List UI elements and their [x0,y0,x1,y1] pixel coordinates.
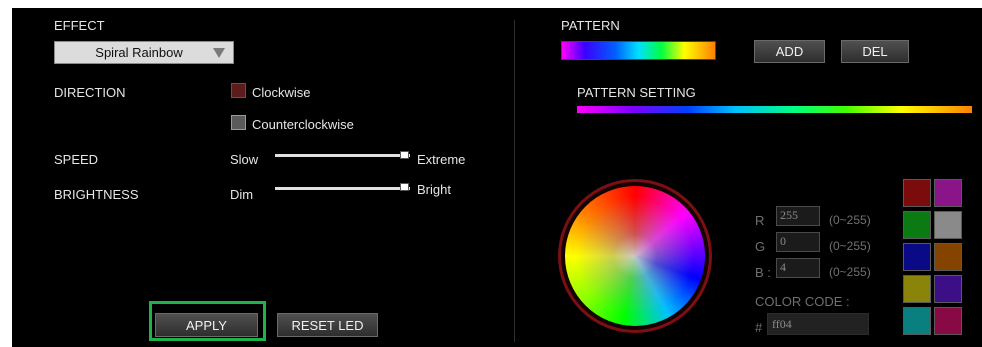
r-input[interactable]: 255 [776,206,820,226]
swatch-green[interactable] [903,211,931,239]
g-label: G [755,239,766,254]
color-swatch-grid [903,179,965,339]
g-input[interactable]: 0 [776,232,820,252]
b-label: B : [755,265,771,280]
b-range-hint: (0~255) [829,265,871,279]
brightness-slider-thumb[interactable] [400,183,409,191]
dropdown-arrow-icon [213,47,225,58]
color-code-input[interactable]: ff04 [767,313,869,335]
swatch-brown-orange[interactable] [934,243,962,271]
swatch-indigo[interactable] [934,275,962,303]
speed-label: SPEED [54,152,99,167]
brightness-min-label: Dim [230,187,254,202]
swatch-purple[interactable] [934,179,962,207]
clockwise-checkbox[interactable] [231,83,246,98]
color-code-label: COLOR CODE : [755,294,850,309]
speed-min-label: Slow [230,152,259,167]
pattern-gradient-preview[interactable] [561,41,716,60]
add-button[interactable]: ADD [754,40,825,63]
g-range-hint: (0~255) [829,239,871,253]
swatch-crimson[interactable] [934,307,962,335]
lighting-effect-panel: EFFECT Spiral Rainbow DIRECTION Clockwis… [12,8,982,347]
b-input[interactable]: 4 [776,258,820,278]
reset-led-button[interactable]: RESET LED [277,313,378,337]
color-code-prefix: # [755,320,763,335]
pattern-setting-label: PATTERN SETTING [577,85,696,100]
brightness-label: BRIGHTNESS [54,187,139,202]
swatch-dark-red[interactable] [903,179,931,207]
pattern-label: PATTERN [561,18,620,33]
panel-divider [514,20,515,342]
effect-selected-value: Spiral Rainbow [95,45,183,60]
r-range-hint: (0~255) [829,213,871,227]
color-wheel[interactable] [565,186,705,326]
brightness-max-label: Bright [417,182,451,197]
brightness-slider-track[interactable] [275,187,410,190]
apply-button[interactable]: APPLY [155,313,258,337]
swatch-teal[interactable] [903,307,931,335]
speed-slider-track[interactable] [275,154,410,157]
speed-max-label: Extreme [417,152,466,167]
direction-label: DIRECTION [54,85,126,100]
swatch-gray[interactable] [934,211,962,239]
r-label: R [755,213,765,228]
effect-dropdown[interactable]: Spiral Rainbow [54,41,234,64]
del-button[interactable]: DEL [841,40,909,63]
clockwise-label: Clockwise [252,85,311,100]
counterclockwise-checkbox[interactable] [231,115,246,130]
pattern-setting-bar[interactable] [577,106,972,113]
swatch-navy[interactable] [903,243,931,271]
counterclockwise-label: Counterclockwise [252,117,354,132]
effect-label: EFFECT [54,18,105,33]
swatch-olive[interactable] [903,275,931,303]
speed-slider-thumb[interactable] [400,151,409,159]
